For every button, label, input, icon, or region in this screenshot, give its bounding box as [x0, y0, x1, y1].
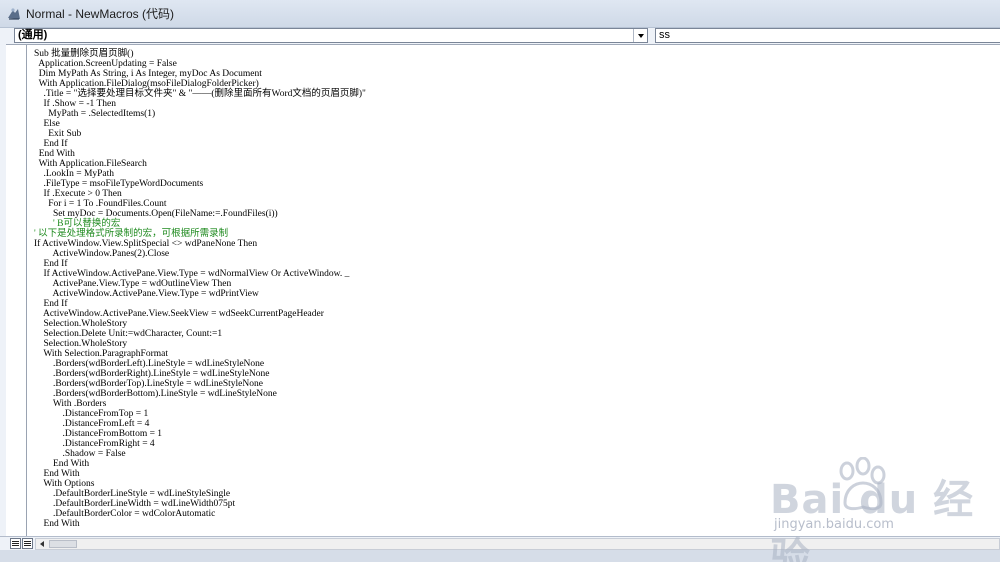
code-line[interactable]: Selection.Delete Unit:=wdCharacter, Coun…	[34, 329, 994, 339]
code-line[interactable]: End With	[34, 149, 994, 159]
code-line[interactable]: .DefaultBorderColor = wdColorAutomatic	[34, 509, 994, 519]
code-line[interactable]: .DistanceFromBottom = 1	[34, 429, 994, 439]
code-line[interactable]: Application.ScreenUpdating = False	[34, 59, 994, 69]
code-line[interactable]: If ActiveWindow.View.SplitSpecial <> wdP…	[34, 239, 994, 249]
code-line[interactable]: .FileType = msoFileTypeWordDocuments	[34, 179, 994, 189]
code-line[interactable]: If .Show = -1 Then	[34, 99, 994, 109]
bottom-bar	[0, 536, 1000, 550]
vba-code-window: Normal - NewMacros (代码) (通用) ss Sub 批量删除…	[0, 0, 1000, 562]
code-line[interactable]: With Application.FileSearch	[34, 159, 994, 169]
code-line[interactable]: For i = 1 To .FoundFiles.Count	[34, 199, 994, 209]
margin-indicator-bar[interactable]	[6, 45, 27, 537]
code-line[interactable]: With .Borders	[34, 399, 994, 409]
code-line[interactable]: Else	[34, 119, 994, 129]
scrollbar-thumb[interactable]	[49, 540, 77, 548]
code-line[interactable]: ActiveWindow.Panes(2).Close	[34, 249, 994, 259]
code-line[interactable]: End If	[34, 299, 994, 309]
code-line[interactable]: ActiveWindow.ActivePane.View.SeekView = …	[34, 309, 994, 319]
code-line[interactable]: End With	[34, 469, 994, 479]
code-line[interactable]: ActiveWindow.ActivePane.View.Type = wdPr…	[34, 289, 994, 299]
code-line[interactable]: Exit Sub	[34, 129, 994, 139]
code-line[interactable]: Selection.WholeStory	[34, 319, 994, 329]
code-text[interactable]: Sub 批量删除页眉页脚() Application.ScreenUpdatin…	[34, 49, 994, 529]
window-footer	[0, 550, 1000, 562]
code-line[interactable]: With Options	[34, 479, 994, 489]
window-title: Normal - NewMacros (代码)	[26, 7, 175, 21]
code-line[interactable]: With Application.FileDialog(msoFileDialo…	[34, 79, 994, 89]
procedure-dropdown-value: ss	[659, 29, 670, 41]
code-line[interactable]: End With	[34, 459, 994, 469]
title-bar[interactable]: Normal - NewMacros (代码)	[0, 0, 1000, 28]
code-line[interactable]: .DistanceFromLeft = 4	[34, 419, 994, 429]
combo-row: (通用) ss	[0, 28, 1000, 44]
scroll-left-icon[interactable]	[36, 539, 48, 549]
procedure-dropdown[interactable]: ss	[655, 28, 1000, 43]
chevron-down-icon[interactable]	[633, 29, 647, 42]
procedure-view-button[interactable]	[10, 538, 21, 549]
code-line[interactable]: .Shadow = False	[34, 449, 994, 459]
vba-macro-icon	[6, 6, 22, 22]
code-line[interactable]: End If	[34, 139, 994, 149]
code-line[interactable]: .LookIn = MyPath	[34, 169, 994, 179]
code-comment-line[interactable]: ' B可以替换的宏	[34, 219, 994, 229]
code-line[interactable]: .Borders(wdBorderLeft).LineStyle = wdLin…	[34, 359, 994, 369]
code-line[interactable]: .Title = "选择要处理目标文件夹" & "——(删除里面所有Word文档…	[34, 89, 994, 99]
code-line[interactable]: MyPath = .SelectedItems(1)	[34, 109, 994, 119]
code-line[interactable]: With Selection.ParagraphFormat	[34, 349, 994, 359]
code-line[interactable]: If .Execute > 0 Then	[34, 189, 994, 199]
code-comment-line[interactable]: ' 以下是处理格式所录制的宏，可根据所需录制	[34, 229, 994, 239]
code-line[interactable]: .Borders(wdBorderTop).LineStyle = wdLine…	[34, 379, 994, 389]
code-line[interactable]: Dim MyPath As String, i As Integer, myDo…	[34, 69, 994, 79]
code-line[interactable]: ActivePane.View.Type = wdOutlineView The…	[34, 279, 994, 289]
full-module-view-button[interactable]	[22, 538, 33, 549]
code-line[interactable]: Sub 批量删除页眉页脚()	[34, 49, 994, 59]
code-line[interactable]: .Borders(wdBorderRight).LineStyle = wdLi…	[34, 369, 994, 379]
code-line[interactable]: If ActiveWindow.ActivePane.View.Type = w…	[34, 269, 994, 279]
code-editor[interactable]: Sub 批量删除页眉页脚() Application.ScreenUpdatin…	[6, 44, 1000, 537]
code-line[interactable]: .DefaultBorderLineWidth = wdLineWidth075…	[34, 499, 994, 509]
object-dropdown-value: (通用)	[18, 29, 48, 41]
code-line[interactable]: End If	[34, 259, 994, 269]
code-line[interactable]: .DistanceFromTop = 1	[34, 409, 994, 419]
code-line[interactable]: .DistanceFromRight = 4	[34, 439, 994, 449]
code-line[interactable]: .Borders(wdBorderBottom).LineStyle = wdL…	[34, 389, 994, 399]
code-line[interactable]: Selection.WholeStory	[34, 339, 994, 349]
code-line[interactable]: End With	[34, 519, 994, 529]
horizontal-scrollbar[interactable]	[35, 538, 1000, 550]
object-dropdown[interactable]: (通用)	[14, 28, 648, 43]
code-line[interactable]: Set myDoc = Documents.Open(FileName:=.Fo…	[34, 209, 994, 219]
code-line[interactable]: .DefaultBorderLineStyle = wdLineStyleSin…	[34, 489, 994, 499]
